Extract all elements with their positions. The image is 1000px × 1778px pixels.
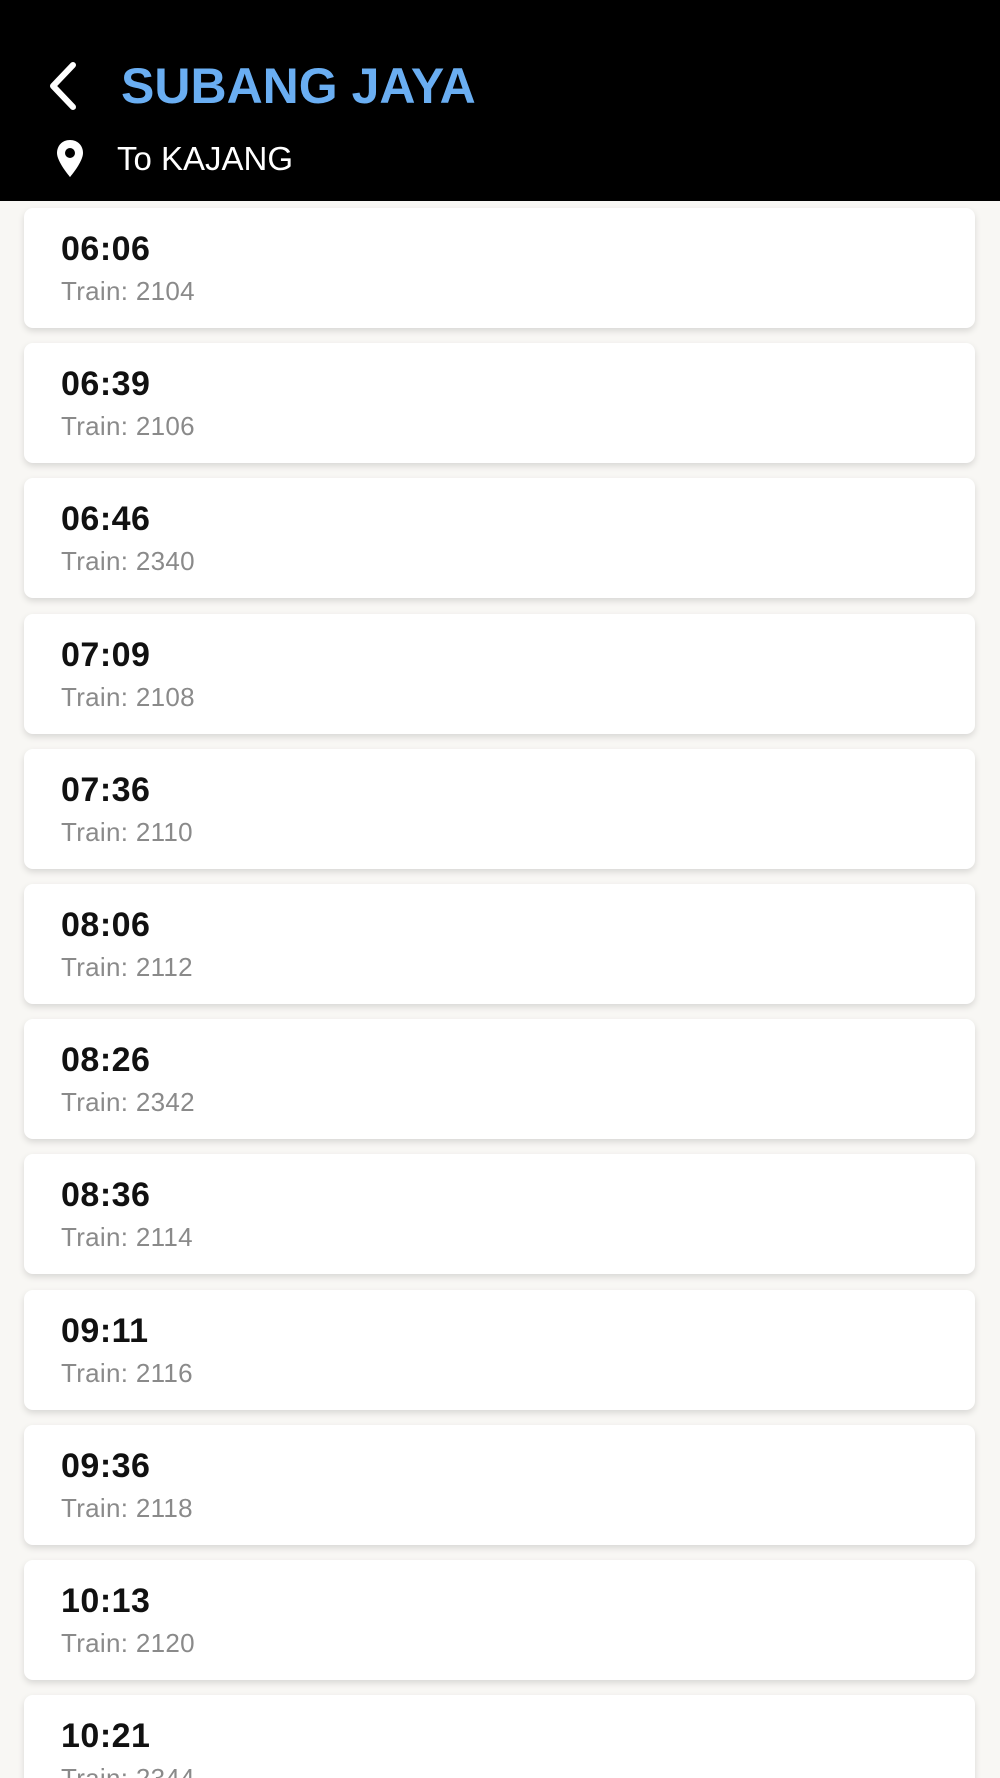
- train-number: Train: 2108: [61, 681, 195, 712]
- departure-row[interactable]: 06:06 Train: 2104: [24, 208, 975, 328]
- departure-row[interactable]: 08:26 Train: 2342: [24, 1019, 975, 1140]
- train-number: Train: 2110: [61, 816, 193, 847]
- departure-time: 07:09: [61, 635, 151, 674]
- train-number: Train: 2344: [61, 1762, 195, 1778]
- departure-row[interactable]: 10:21 Train: 2344: [24, 1695, 975, 1778]
- train-number: Train: 2342: [61, 1087, 195, 1118]
- train-number: Train: 2104: [61, 276, 195, 306]
- departure-time: 06:06: [61, 230, 151, 268]
- departure-row[interactable]: 08:36 Train: 2114: [24, 1154, 975, 1275]
- departure-time: 08:36: [61, 1176, 151, 1215]
- departure-row[interactable]: 09:11 Train: 2116: [24, 1289, 975, 1410]
- train-number: Train: 2120: [61, 1628, 195, 1658]
- train-number: Train: 2112: [61, 952, 193, 982]
- departure-row[interactable]: 07:36 Train: 2110: [24, 748, 975, 869]
- app-header: SUBANG JAYA To KAJANG: [0, 0, 1000, 201]
- schedule-list[interactable]: 06:06 Train: 2104 06:39 Train: 2106 06:46 Tra…: [0, 201, 1000, 1778]
- train-number: Train: 2118: [61, 1492, 193, 1523]
- back-button[interactable]: [38, 56, 88, 116]
- departure-time: 08:26: [61, 1041, 151, 1080]
- destination-label: To KAJANG: [117, 140, 294, 177]
- station-title: SUBANG JAYA: [121, 58, 476, 114]
- departure-time: 08:06: [61, 906, 151, 944]
- departure-time: 10:13: [61, 1582, 151, 1620]
- train-number: Train: 2116: [61, 1357, 193, 1388]
- departure-row[interactable]: 06:46 Train: 2340: [24, 478, 975, 599]
- departure-time: 06:46: [61, 500, 151, 539]
- departure-time: 10:21: [61, 1717, 151, 1756]
- departure-time: 09:11: [61, 1311, 149, 1350]
- train-number: Train: 2340: [61, 546, 195, 577]
- chevron-left-icon: [50, 62, 76, 110]
- departure-row[interactable]: 06:39 Train: 2106: [24, 343, 975, 464]
- departure-time: 06:39: [61, 365, 151, 404]
- departure-row[interactable]: 07:09 Train: 2108: [24, 613, 975, 734]
- departure-time: 09:36: [61, 1446, 151, 1485]
- departure-row[interactable]: 08:06 Train: 2112: [24, 884, 975, 1004]
- map-pin-icon: [55, 139, 85, 179]
- train-number: Train: 2114: [61, 1222, 193, 1253]
- departure-time: 07:36: [61, 770, 151, 809]
- departure-row[interactable]: 10:13 Train: 2120: [24, 1560, 975, 1680]
- departure-row[interactable]: 09:36 Train: 2118: [24, 1424, 975, 1545]
- train-number: Train: 2106: [61, 411, 195, 442]
